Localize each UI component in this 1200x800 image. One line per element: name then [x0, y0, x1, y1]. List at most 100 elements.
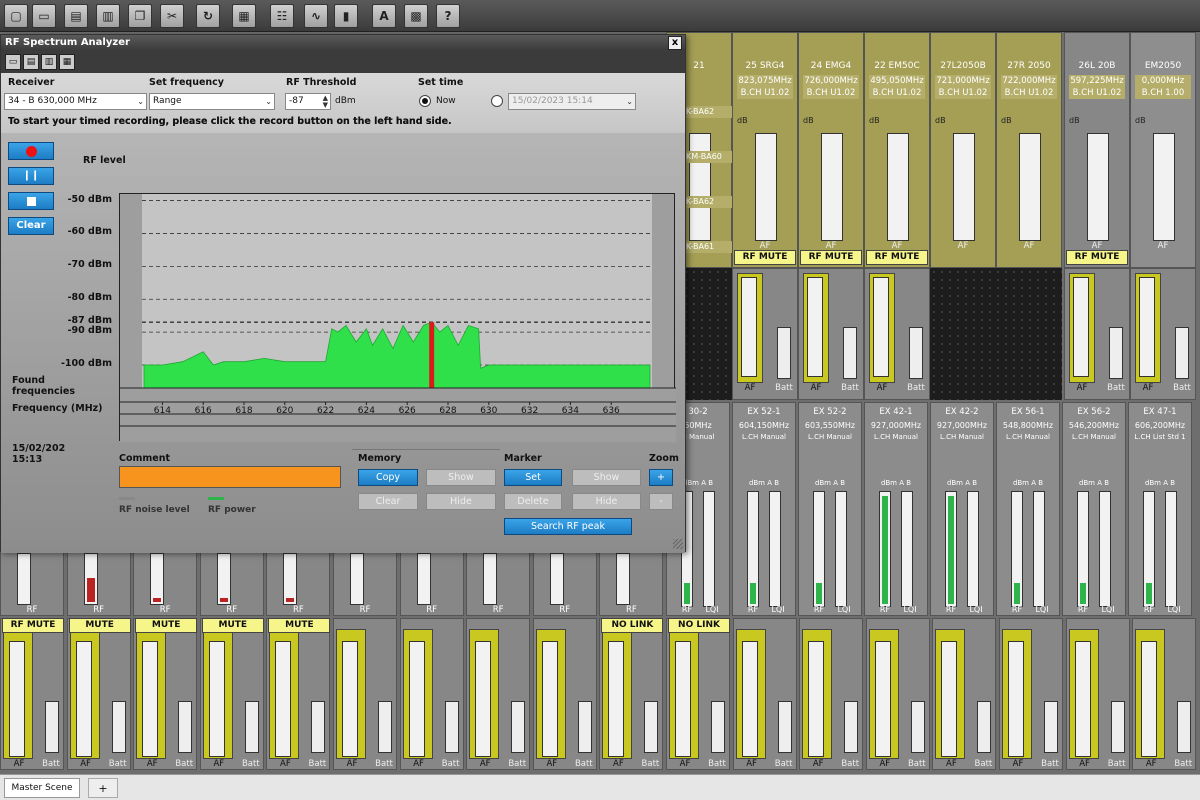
channel-status-tag: MUTE: [68, 618, 131, 633]
matrix-icon[interactable]: ▩: [404, 4, 428, 28]
af-label: AF: [879, 759, 891, 769]
batt-label: Batt: [907, 759, 926, 769]
main-toolbar: ▢ ▭ ▤ ▥ ❐ ✂ ↻ ▦ ☷ ∿ ▮ A ▩?: [0, 0, 1200, 32]
memory-hide-button[interactable]: Hide: [426, 493, 496, 510]
receiver-name: EX 56-1: [1011, 407, 1045, 417]
open-icon[interactable]: ▭: [5, 54, 21, 70]
rf-threshold-input[interactable]: -87 ▲ ▼: [285, 93, 331, 110]
zoom-in-button[interactable]: +: [649, 469, 673, 486]
sync-icon[interactable]: ↻: [196, 4, 220, 28]
memory-show-button[interactable]: Show: [426, 469, 496, 486]
receiver-channel: EX 52-2 603,550MHz L.CH Manual dBm A B RF LQI: [798, 402, 862, 616]
cut-icon[interactable]: ✂: [160, 4, 184, 28]
battery-icon: [511, 701, 526, 753]
receiver-mode: L.CH List Std 1: [1134, 433, 1186, 441]
battery-icon: [244, 701, 259, 753]
channel-meters: AF Batt: [798, 268, 864, 400]
memory-divider: [352, 449, 500, 450]
save-icon[interactable]: ▤: [23, 54, 39, 70]
help-icon[interactable]: ?: [436, 4, 460, 28]
af-channel: AF Batt: [1132, 618, 1197, 770]
dbm-ab-label: dBm A B: [1144, 479, 1176, 487]
receiver-mode: L.CH Manual: [1006, 433, 1050, 441]
rf-level-fill: [153, 598, 162, 602]
stepper-icon[interactable]: ▲ ▼: [323, 95, 328, 109]
rf-threshold-value: -87: [289, 96, 304, 106]
add-scene-button[interactable]: +: [88, 778, 118, 798]
hierarchy-icon[interactable]: ☷: [270, 4, 294, 28]
record-button[interactable]: [8, 142, 54, 160]
rf-channel: RF: [66, 552, 131, 616]
battery-icon: [1110, 701, 1125, 753]
marker-hide-button[interactable]: Hide: [572, 493, 641, 510]
print-icon[interactable]: ▦: [59, 54, 75, 70]
set-frequency-select[interactable]: Range ⌄: [149, 93, 275, 110]
save-as-icon[interactable]: ▥: [41, 54, 57, 70]
clear-recording-button[interactable]: Clear: [8, 217, 54, 235]
rf-channel: RF: [466, 552, 531, 616]
waveform-icon[interactable]: ∿: [304, 4, 328, 28]
receiver-mode: L.CH Manual: [940, 433, 984, 441]
x-tick-label: 624: [358, 406, 375, 416]
af-label: AF: [1157, 241, 1169, 251]
search-rf-peak-button[interactable]: Search RF peak: [504, 518, 632, 535]
new-icon[interactable]: ▢: [4, 4, 28, 28]
receiver-channel: 22 EM50C 495,050MHz B.CH U1.02 AF dB: [864, 32, 930, 268]
bar-chart-icon[interactable]: ▮: [334, 4, 358, 28]
af-label: AF: [1012, 759, 1024, 769]
channel-status-tag: NO LINK: [601, 618, 664, 633]
open-icon[interactable]: ▭: [32, 4, 56, 28]
receiver-channel-mode: B.CH U1.02: [737, 87, 793, 99]
stop-button[interactable]: [8, 192, 54, 210]
text-icon[interactable]: A: [372, 4, 396, 28]
af-channel: AF Batt: [133, 618, 198, 770]
batt-label: Batt: [308, 759, 327, 769]
af-channel: AF Batt: [199, 618, 264, 770]
batt-label: Batt: [907, 383, 925, 393]
rf-meter: [813, 491, 825, 607]
battery-icon: [909, 327, 923, 379]
db-unit-label: dB: [803, 116, 814, 125]
save-icon[interactable]: ▤: [64, 4, 88, 28]
datetime-picker[interactable]: 15/02/2023 15:14 ⌄: [508, 93, 636, 110]
batt-label: Batt: [708, 759, 726, 769]
lqi-meter: [967, 491, 979, 607]
copy-icon[interactable]: ❐: [128, 4, 152, 28]
rf-label: RF: [359, 605, 371, 615]
scheduled-time-radio[interactable]: [491, 95, 503, 107]
ba-tag: K-BA61: [686, 241, 732, 253]
batt-label: Batt: [775, 383, 793, 393]
rf-meter: [83, 553, 98, 605]
close-icon[interactable]: x: [668, 36, 682, 50]
tab-master-scene[interactable]: Master Scene: [4, 778, 80, 798]
comment-input[interactable]: [119, 466, 341, 488]
rf-threshold-label: RF Threshold: [286, 77, 357, 88]
resize-grip-icon[interactable]: [673, 539, 683, 549]
battery-icon: [1175, 327, 1189, 379]
grid-icon[interactable]: ▦: [232, 4, 256, 28]
rf-mute-status: RF MUTE: [800, 250, 862, 265]
receiver-channel-mode: B.CH U1.02: [1001, 87, 1057, 99]
memory-clear-button[interactable]: Clear: [358, 493, 418, 510]
channel-status-tag: NO LINK: [668, 618, 730, 633]
receiver-channel-mode: B.CH U1.02: [803, 87, 859, 99]
af-label: AF: [812, 759, 824, 769]
lqi-label: LQI: [1101, 605, 1115, 614]
memory-copy-button[interactable]: Copy: [358, 469, 418, 486]
db-unit-label: dB: [737, 116, 748, 125]
y-tick-label: -60 dBm: [67, 226, 112, 238]
marker-delete-button[interactable]: Delete: [504, 493, 562, 510]
marker-set-button[interactable]: Set: [504, 469, 562, 486]
print-icon[interactable]: ▥: [96, 4, 120, 28]
batt-label: Batt: [241, 759, 260, 769]
spectrum-plot[interactable]: 614 616 618 620 622 624 626 628 630 632 634 636: [119, 193, 676, 442]
zoom-out-button[interactable]: -: [649, 493, 673, 510]
marker-show-button[interactable]: Show: [572, 469, 641, 486]
dbm-ab-label: dBm A B: [1078, 479, 1110, 487]
db-unit-label: dB: [869, 116, 880, 125]
now-radio[interactable]: [419, 95, 431, 107]
receiver-select[interactable]: 34 - B 630,000 MHz ⌄: [4, 93, 147, 110]
pause-button[interactable]: ❙❙: [8, 167, 54, 185]
rf-level-fill: [286, 598, 295, 602]
af-meter: [342, 641, 358, 757]
